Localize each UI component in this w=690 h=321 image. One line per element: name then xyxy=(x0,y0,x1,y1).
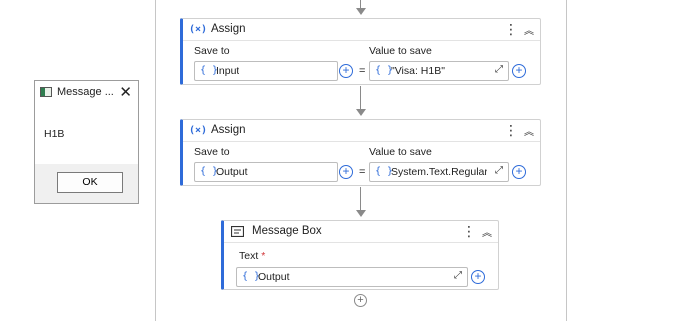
value-to-save-field[interactable]: { } "Visa: H1B" ⤢ xyxy=(369,61,509,81)
save-to-field[interactable]: { } Input xyxy=(194,61,338,81)
save-to-value: Output xyxy=(216,166,248,178)
text-plus-button[interactable]: + xyxy=(471,270,485,284)
text-field[interactable]: { } Output ⤢ xyxy=(236,267,468,287)
message-box-activity[interactable]: Message Box ⋮ ︽ Text * { } Output ⤢ + xyxy=(221,220,499,290)
save-to-value: Input xyxy=(216,65,240,77)
save-to-plus-button[interactable]: + xyxy=(339,64,353,78)
more-options-icon[interactable]: ⋮ xyxy=(462,223,476,239)
value-to-save-label: Value to save xyxy=(369,146,432,158)
window-app-icon xyxy=(40,87,52,97)
collapse-icon[interactable]: ︽ xyxy=(482,224,492,239)
dialog-footer: OK xyxy=(35,164,138,203)
connector-arrow xyxy=(356,210,366,217)
expand-editor-icon[interactable]: ⤢ xyxy=(495,165,503,176)
value-to-save-value: "Visa: H1B" xyxy=(391,65,445,77)
text-label: Text * xyxy=(239,250,265,262)
activity-title: Message Box xyxy=(252,225,322,237)
canvas-left-border xyxy=(155,0,156,321)
dialog-title: Message ... xyxy=(57,86,114,98)
ok-button[interactable]: OK xyxy=(57,172,123,193)
connector-arrow xyxy=(356,8,366,15)
connector-line xyxy=(360,187,361,212)
value-plus-button[interactable]: + xyxy=(512,165,526,179)
equals-sign: = xyxy=(359,65,366,77)
canvas-right-border xyxy=(566,0,567,321)
save-to-field[interactable]: { } Output xyxy=(194,162,338,182)
activity-header: (×) Assign ⋮ ︽ xyxy=(183,19,540,41)
connector-line xyxy=(360,86,361,111)
add-activity-button[interactable]: + xyxy=(354,294,367,307)
expand-editor-icon[interactable]: ⤢ xyxy=(495,64,503,75)
value-plus-button[interactable]: + xyxy=(512,64,526,78)
save-to-plus-button[interactable]: + xyxy=(339,165,353,179)
close-icon[interactable]: ✕ xyxy=(119,83,132,101)
dialog-message: H1B xyxy=(44,128,65,140)
assign-icon: (×) xyxy=(189,125,208,136)
text-label-text: Text xyxy=(239,250,259,262)
assign-activity-2[interactable]: (×) Assign ⋮ ︽ Save to Value to save { }… xyxy=(180,119,541,186)
value-to-save-field[interactable]: { } System.Text.RegularEx ⤢ xyxy=(369,162,509,182)
activity-title: Assign xyxy=(211,23,246,35)
connector-arrow xyxy=(356,109,366,116)
assign-icon: (×) xyxy=(189,24,208,35)
more-options-icon[interactable]: ⋮ xyxy=(504,21,518,37)
activity-header: Message Box ⋮ ︽ xyxy=(224,221,498,243)
more-options-icon[interactable]: ⋮ xyxy=(504,122,518,138)
activity-title: Assign xyxy=(211,124,246,136)
value-to-save-label: Value to save xyxy=(369,45,432,57)
dialog-titlebar: Message ... ✕ xyxy=(35,81,138,103)
expand-editor-icon[interactable]: ⤢ xyxy=(454,270,462,281)
collapse-icon[interactable]: ︽ xyxy=(524,22,534,37)
equals-sign: = xyxy=(359,166,366,178)
collapse-icon[interactable]: ︽ xyxy=(524,123,534,138)
message-box-dialog: Message ... ✕ H1B OK xyxy=(34,80,139,204)
text-value: Output xyxy=(258,271,290,283)
required-mark: * xyxy=(261,250,266,262)
value-to-save-value: System.Text.RegularEx xyxy=(391,166,487,178)
save-to-label: Save to xyxy=(194,146,230,158)
message-box-icon xyxy=(231,226,244,237)
save-to-label: Save to xyxy=(194,45,230,57)
activity-header: (×) Assign ⋮ ︽ xyxy=(183,120,540,142)
assign-activity-1[interactable]: (×) Assign ⋮ ︽ Save to Value to save { }… xyxy=(180,18,541,85)
